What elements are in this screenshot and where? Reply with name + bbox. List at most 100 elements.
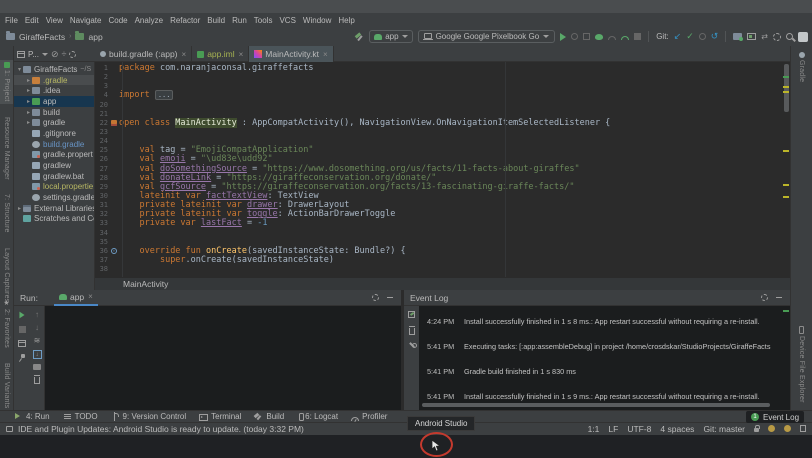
memory-indicator-icon[interactable] bbox=[800, 425, 806, 432]
tree-item-giraffefacts[interactable]: ▾GiraffeFacts~/S bbox=[14, 64, 94, 75]
minimize-icon[interactable] bbox=[776, 297, 782, 299]
status-message[interactable]: IDE and Plugin Updates: Android Studio i… bbox=[18, 424, 304, 434]
code-editor[interactable]: 1package com.naranjaconsal.giraffefacts2… bbox=[95, 62, 790, 277]
tree-item-app[interactable]: ▸app bbox=[14, 96, 94, 107]
gear-icon[interactable] bbox=[372, 294, 379, 301]
horizontal-scrollbar[interactable] bbox=[422, 403, 770, 407]
close-icon[interactable]: × bbox=[88, 292, 93, 301]
toolwindow-6-logcat[interactable]: 6: Logcat bbox=[297, 412, 338, 421]
menu-tools[interactable]: Tools bbox=[254, 16, 273, 25]
run-tab-app[interactable]: app × bbox=[54, 290, 98, 306]
tab-build-gradle-app[interactable]: build.gradle (:app)× bbox=[95, 46, 192, 62]
tree-item-build[interactable]: ▸build bbox=[14, 107, 94, 118]
stop-button[interactable] bbox=[634, 33, 641, 40]
stripe-item-2-favorites[interactable]: ★2: Favorites bbox=[3, 298, 10, 350]
sdk-manager-icon[interactable] bbox=[773, 33, 781, 41]
device-manager-icon[interactable] bbox=[733, 33, 742, 40]
close-icon[interactable]: × bbox=[239, 50, 244, 59]
tree-item-idea[interactable]: ▸.idea bbox=[14, 85, 94, 96]
tab-app-iml[interactable]: app.iml× bbox=[192, 46, 249, 62]
close-icon[interactable]: × bbox=[182, 50, 187, 59]
tree-item-gradlew-bat[interactable]: gradlew.bat bbox=[14, 171, 94, 182]
clear-icon[interactable] bbox=[34, 377, 40, 384]
print-icon[interactable] bbox=[33, 364, 41, 370]
line-ending[interactable]: LF bbox=[608, 424, 618, 434]
profile-icon[interactable] bbox=[798, 32, 808, 42]
indent-config[interactable]: 4 spaces bbox=[660, 424, 694, 434]
profiler-icon[interactable] bbox=[608, 36, 616, 40]
tree-item-gitignore[interactable]: .gitignore bbox=[14, 128, 94, 139]
menu-window[interactable]: Window bbox=[303, 16, 331, 25]
toolwindow-4-run[interactable]: 4: Run bbox=[14, 412, 50, 421]
search-everywhere-icon[interactable] bbox=[786, 33, 793, 40]
stop-button[interactable] bbox=[19, 326, 26, 333]
menu-file[interactable]: File bbox=[5, 16, 18, 25]
apply-changes-icon[interactable] bbox=[571, 33, 578, 40]
stripe-item-build-variants[interactable]: Build Variants bbox=[3, 361, 10, 410]
toolwindow-profiler[interactable]: Profiler bbox=[351, 412, 387, 421]
close-icon[interactable]: × bbox=[323, 50, 328, 59]
git-branch[interactable]: Git: master bbox=[703, 424, 745, 434]
gear-icon[interactable] bbox=[761, 294, 768, 301]
toolwindow-todo[interactable]: TODO bbox=[63, 412, 98, 421]
pin-icon[interactable] bbox=[19, 354, 26, 361]
avd-manager-icon[interactable] bbox=[747, 33, 756, 40]
stripe-item-7-structure[interactable]: 7: Structure bbox=[3, 192, 10, 235]
event-log-entries[interactable]: 4:24 PMInstall successfully finished in … bbox=[419, 306, 790, 410]
tree-item-gradlew[interactable]: gradlew bbox=[14, 160, 94, 171]
tree-item-scratches-and-co[interactable]: Scratches and Co bbox=[14, 214, 94, 225]
git-commit-icon[interactable]: ✓ bbox=[686, 32, 694, 41]
settings-wrench-icon[interactable] bbox=[408, 343, 416, 351]
device-select[interactable]: Google Google Pixelbook Go bbox=[418, 30, 556, 43]
breadcrumb-module[interactable]: app bbox=[88, 32, 102, 42]
hide-icon[interactable]: ⊘ bbox=[51, 50, 59, 59]
tree-item-local-propertie[interactable]: local.propertie bbox=[14, 182, 94, 193]
menu-vcs[interactable]: VCS bbox=[279, 16, 295, 25]
edit-filters-icon[interactable] bbox=[408, 311, 415, 318]
gradle-sync-icon[interactable]: ⇄ bbox=[761, 33, 768, 41]
restore-layout-icon[interactable] bbox=[18, 340, 26, 347]
stripe-item-gradle[interactable]: Gradle bbox=[798, 50, 805, 84]
build-hammer-icon[interactable] bbox=[355, 32, 364, 41]
encoding[interactable]: UTF-8 bbox=[627, 424, 651, 434]
debug-button[interactable] bbox=[595, 34, 603, 40]
tree-item-external-libraries[interactable]: ▸External Libraries bbox=[14, 203, 94, 214]
menu-navigate[interactable]: Navigate bbox=[70, 16, 102, 25]
gear-icon[interactable] bbox=[69, 51, 76, 58]
tree-item-gradle-propert[interactable]: gradle.propert bbox=[14, 150, 94, 161]
menu-analyze[interactable]: Analyze bbox=[135, 16, 163, 25]
feedback-frown-icon[interactable] bbox=[784, 425, 791, 432]
collapse-all-icon[interactable]: ÷ bbox=[62, 50, 67, 59]
feedback-smiley-icon[interactable] bbox=[768, 425, 775, 432]
menu-view[interactable]: View bbox=[46, 16, 63, 25]
menu-build[interactable]: Build bbox=[207, 16, 225, 25]
run-configuration-select[interactable]: app bbox=[369, 30, 412, 43]
tree-item-build-gradle[interactable]: build.gradle bbox=[14, 139, 94, 150]
toolwindow-build[interactable]: Build bbox=[254, 412, 284, 421]
git-update-icon[interactable]: ↙ bbox=[674, 32, 682, 41]
tree-item-gradle[interactable]: ▸gradle bbox=[14, 117, 94, 128]
breadcrumb-project[interactable]: GiraffeFacts bbox=[19, 32, 65, 42]
run-button[interactable] bbox=[560, 33, 566, 41]
tree-item-settings-gradle[interactable]: settings.gradle bbox=[14, 192, 94, 203]
toolwindow-9-version-control[interactable]: 9: Version Control bbox=[111, 412, 187, 421]
lock-icon[interactable] bbox=[754, 428, 759, 432]
editor-breadcrumb[interactable]: MainActivity bbox=[123, 279, 168, 289]
notification-icon[interactable] bbox=[6, 426, 13, 432]
menu-help[interactable]: Help bbox=[338, 16, 354, 25]
menu-run[interactable]: Run bbox=[232, 16, 247, 25]
tab-mainactivity-kt[interactable]: MainActivity.kt× bbox=[249, 46, 333, 62]
editor-scrollbar[interactable] bbox=[782, 62, 790, 277]
tree-item-gradle[interactable]: ▸.gradle bbox=[14, 75, 94, 86]
stripe-item-device-file-explorer[interactable]: Device File Explorer bbox=[798, 324, 805, 405]
git-history-icon[interactable] bbox=[699, 33, 706, 40]
menu-refactor[interactable]: Refactor bbox=[170, 16, 200, 25]
up-stack-icon[interactable]: ↑ bbox=[35, 311, 39, 319]
scroll-to-end-icon[interactable]: ↓ bbox=[33, 350, 42, 359]
down-stack-icon[interactable]: ↓ bbox=[35, 324, 39, 332]
chevron-down-icon[interactable] bbox=[42, 53, 48, 56]
rerun-button[interactable] bbox=[19, 312, 24, 319]
stripe-item-1-project[interactable]: 1: Project bbox=[0, 60, 13, 104]
git-rollback-icon[interactable]: ↺ bbox=[711, 32, 719, 41]
menu-edit[interactable]: Edit bbox=[25, 16, 39, 25]
